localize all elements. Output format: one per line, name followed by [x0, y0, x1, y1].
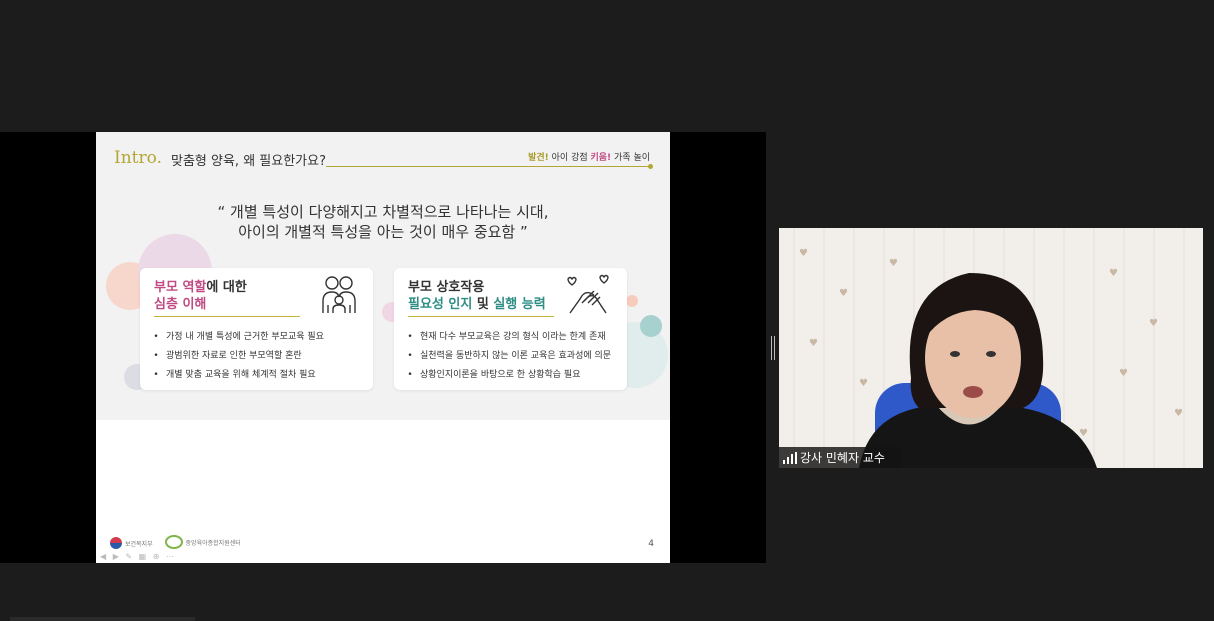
list-item: 가정 내 개별 특성에 근거한 부모교육 필요 — [150, 328, 324, 347]
card-bullet-list: 가정 내 개별 특성에 근거한 부모교육 필요 광범위한 자료로 인한 부모역할… — [150, 328, 324, 385]
info-card-parent-role: 부모 역할에 대한 심층 이해 가정 내 개별 특성에 근거한 부모교육 필요 … — [140, 268, 373, 390]
panel-resize-handle[interactable] — [771, 336, 775, 360]
card-title-underline — [154, 316, 300, 317]
decor-circle — [640, 315, 662, 337]
speaker-name: 강사 민혜자 교수 — [800, 451, 885, 465]
title-underline — [326, 166, 651, 167]
center-logo-icon — [164, 535, 183, 549]
bottom-strip — [10, 617, 195, 621]
taegeuk-icon — [110, 537, 122, 549]
speaker-name-label: 강사 민혜자 교수 — [779, 447, 902, 468]
presentation-slide: Intro. 맞춤형 양육, 왜 필요한가요? 발견! 아이 강점 키움! 가족… — [96, 132, 670, 563]
quote-line-1: “ 개별 특성이 다양해지고 차별적으로 나타나는 시대, — [217, 203, 549, 221]
card-title: 부모 역할에 대한 심층 이해 — [154, 280, 247, 312]
list-item: 광범위한 자료로 인한 부모역할 혼란 — [150, 347, 324, 366]
family-icon — [322, 276, 356, 313]
speaker-person — [859, 272, 1097, 468]
card-bullet-list: 현재 다수 부모교육은 강의 형식 이라는 한계 존재 실천력을 동반하지 않는… — [404, 328, 611, 385]
slide-tagline: 발견! 아이 강점 키움! 가족 놀이 — [528, 153, 650, 163]
card-title: 부모 상호작용 필요성 인지 및 실행 능력 — [408, 280, 546, 312]
slide-footer: 보건복지부 중앙육아종합지원센터 — [110, 535, 251, 551]
slideshow-toolbar[interactable]: ◀ ▶ ✎ ▦ ⊕ ⋯ — [100, 552, 176, 561]
speaker-video-tile[interactable]: ♥ ♥ ♥ ♥ ♥ ♥ ♥ ♥ ♥ ♥ — [779, 228, 1203, 468]
holding-hands-icon — [567, 274, 609, 314]
info-card-parent-interaction: 부모 상호작용 필요성 인지 및 실행 능력 현재 다수 부모교육은 강의 형식… — [394, 268, 627, 390]
list-item: 상황인지이론을 바탕으로 한 상황학습 필요 — [404, 366, 611, 385]
slide-header-area: Intro. 맞춤형 양육, 왜 필요한가요? 발견! 아이 강점 키움! 가족… — [96, 132, 670, 420]
list-item: 현재 다수 부모교육은 강의 형식 이라는 한계 존재 — [404, 328, 611, 347]
slide-page-number: 4 — [648, 539, 654, 549]
card-title-underline — [408, 316, 554, 317]
list-item: 개별 맞춤 교육을 위해 체계적 절차 필요 — [150, 366, 324, 385]
decor-circle — [626, 295, 638, 307]
signal-bars-icon — [783, 452, 797, 464]
list-item: 실천력을 동반하지 않는 이론 교육은 효과성에 의문 — [404, 347, 611, 366]
title-underline-dot — [648, 164, 653, 169]
intro-label: Intro. — [114, 148, 162, 168]
ministry-logo: 보건복지부 — [110, 537, 153, 549]
slide-title: 맞춤형 양육, 왜 필요한가요? — [171, 154, 326, 169]
center-logo: 중앙육아종합지원센터 — [164, 535, 241, 549]
